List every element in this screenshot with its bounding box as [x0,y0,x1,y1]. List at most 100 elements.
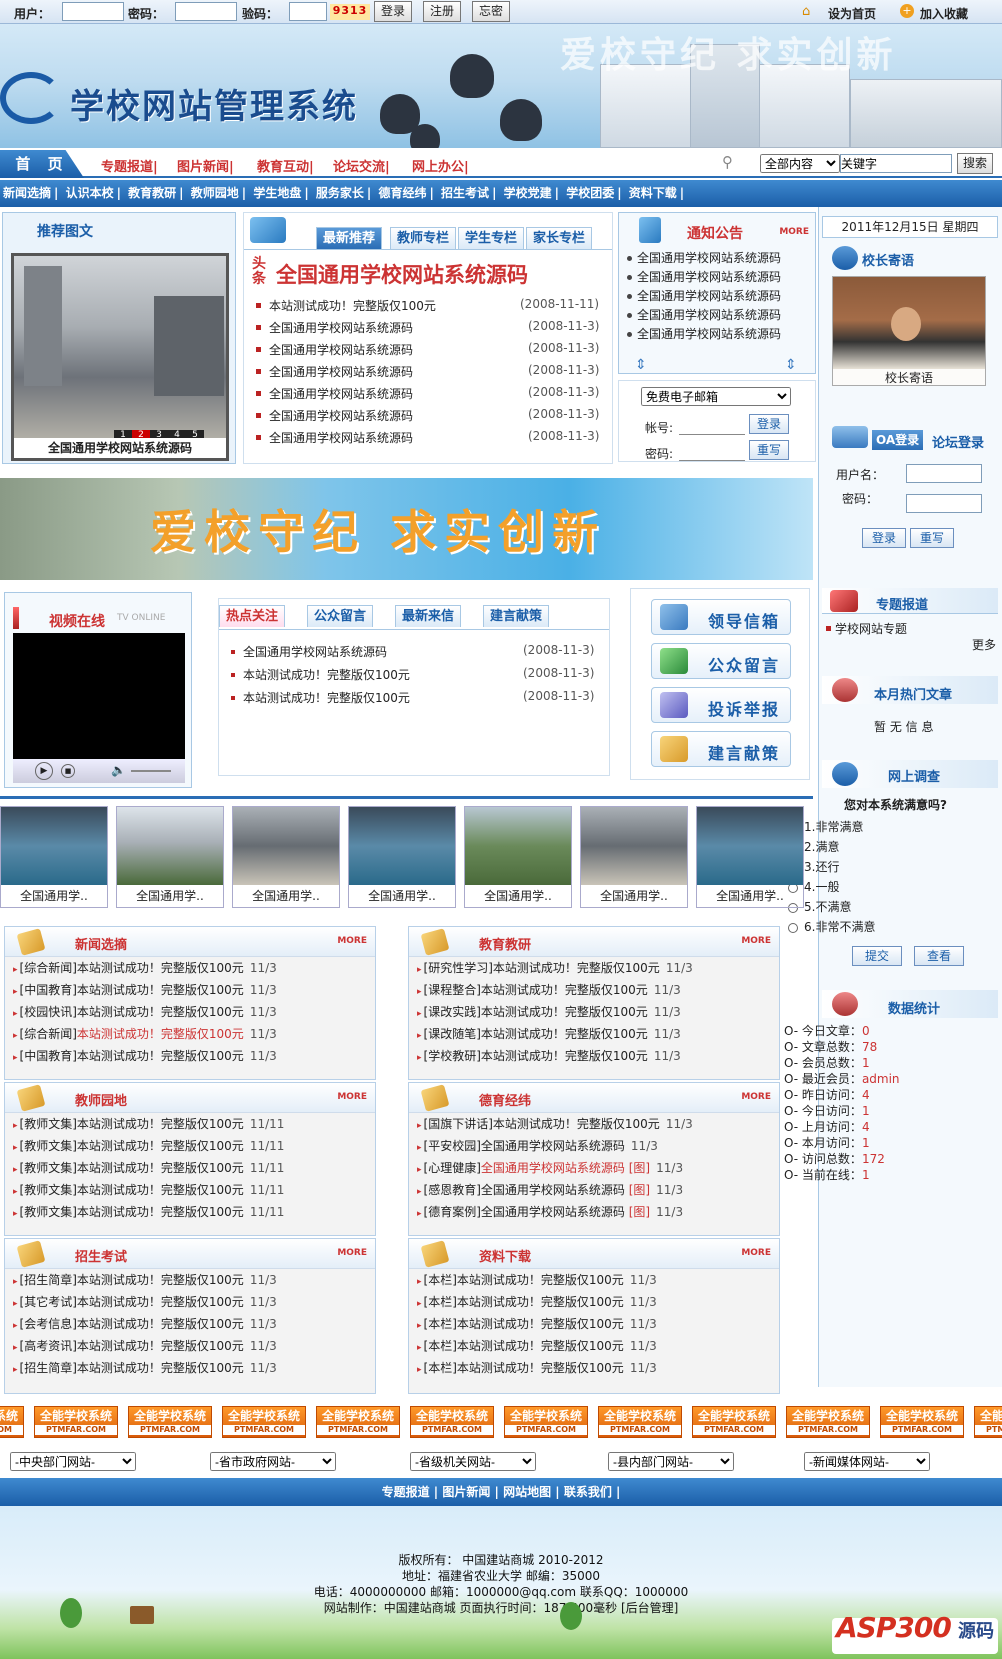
ad-badge[interactable]: 全能学校系统PTMFAR.COM [786,1406,870,1438]
nav-edu-interaction[interactable]: 教育互动| [257,156,314,175]
latest-item[interactable]: 本站测试成功！完整版仅100元 (2008-11-11) [256,297,606,314]
news-item[interactable]: ▸ [感恩教育]全国通用学校网站系统源码 [图] 11/3 [409,1179,779,1201]
nav-home[interactable]: 首 页 [0,150,84,178]
principal-photo[interactable]: 校长寄语 [832,276,986,386]
gallery-item[interactable]: 全国通用学.. [348,806,456,908]
ad-badge[interactable]: 全能学校系统PTMFAR.COM [316,1406,400,1438]
section-more-link[interactable]: MORE [741,936,771,946]
subnav-item[interactable]: 学校团委 [566,186,614,200]
mail-reset-button[interactable]: 重写 [749,440,789,460]
leader-mailbox-button[interactable]: 领导信箱 [651,599,791,635]
tab-public-messages[interactable]: 公众留言 [307,605,374,627]
search-button[interactable]: 搜索 [957,153,994,174]
ad-badge[interactable]: 全能学校系统PTMFAR.COM [222,1406,306,1438]
ad-badge[interactable]: 全能学校系统PTMFAR.COM [128,1406,212,1438]
ad-badge[interactable]: 全能学校系统PTMFAR.COM [974,1406,1002,1438]
tab-hot[interactable]: 热点关注 [219,605,286,627]
subnav-item[interactable]: 学校党建 [504,186,552,200]
ad-badge[interactable]: 全能学校系统PTMFAR.COM [598,1406,682,1438]
notice-item[interactable]: 全国通用学校网站系统源码 [627,287,781,304]
survey-view-button[interactable]: 查看 [914,946,964,966]
subnav-item[interactable]: 招生考试 [441,186,489,200]
search-input[interactable] [840,154,952,173]
county-dept-select[interactable]: -县内部门网站- [608,1452,734,1471]
ad-badge[interactable]: 全能学校系统PTMFAR.COM [410,1406,494,1438]
ad-badge[interactable]: 全能学校系统PTMFAR.COM [880,1406,964,1438]
nav-topics[interactable]: 专题报道| [101,156,158,175]
play-icon[interactable]: ▶ [35,762,53,780]
mail-provider-select[interactable]: 免费电子邮箱 [641,387,791,406]
news-item[interactable]: ▸ [课改随笔]本站测试成功！完整版仅100元 11/3 [409,1023,779,1045]
tab-suggestions[interactable]: 建言献策 [483,605,550,627]
section-more-link[interactable]: MORE [741,1092,771,1102]
public-message-button[interactable]: 公众留言 [651,643,791,679]
news-item[interactable]: ▸ [本栏]本站测试成功！完整版仅100元 11/3 [409,1357,779,1379]
subnav-item[interactable]: 服务家长 [316,186,364,200]
news-item[interactable]: ▸ [招生简章]本站测试成功！完整版仅100元 11/3 [5,1357,375,1379]
oa-reset-button[interactable]: 重写 [910,528,954,548]
featured-caption[interactable]: 全国通用学校网站系统源码 [14,438,226,458]
latest-item[interactable]: 全国通用学校网站系统源码 (2008-11-3) [256,319,606,336]
tab-students[interactable]: 学生专栏 [458,227,525,249]
latest-item[interactable]: 全国通用学校网站系统源码 (2008-11-3) [256,429,606,446]
nav-forum[interactable]: 论坛交流| [333,156,390,175]
hot-item[interactable]: 全国通用学校网站系统源码 (2008-11-3) [231,643,601,660]
gallery-item[interactable]: 全国通用学.. [0,806,108,908]
news-item[interactable]: ▸ [德育案例]全国通用学校网站系统源码 [图] 11/3 [409,1201,779,1223]
tab-forum-login[interactable]: 论坛登录 [932,432,984,451]
tab-oa-login[interactable]: OA登录 [872,430,924,450]
news-item[interactable]: ▸ [国旗下讲话]本站测试成功！完整版仅100元 11/3 [409,1113,779,1135]
news-item[interactable]: ▸ [招生简章]本站测试成功！完整版仅100元 11/3 [5,1269,375,1291]
news-item[interactable]: ▸ [其它考试]本站测试成功！完整版仅100元 11/3 [5,1291,375,1313]
mail-login-button[interactable]: 登录 [749,414,789,434]
volume-icon[interactable]: 🔈 [111,763,126,777]
password-input[interactable] [175,2,237,21]
subnav-item[interactable]: 新闻选摘 [3,186,51,200]
stop-icon[interactable]: ■ [61,764,75,778]
footer-nav[interactable]: 专题报道 | 图片新闻 | 网站地图 | 联系我们 | [0,1478,1002,1506]
latest-item[interactable]: 全国通用学校网站系统源码 (2008-11-3) [256,385,606,402]
tab-teachers[interactable]: 教师专栏 [390,227,457,249]
add-favorite-link[interactable]: 加入收藏 [920,5,968,22]
topic-item[interactable]: 学校网站专题 [826,620,907,637]
provincial-agency-select[interactable]: -省级机关网站- [410,1452,536,1471]
complaint-button[interactable]: 投诉举报 [651,687,791,723]
section-more-link[interactable]: MORE [741,1248,771,1258]
tab-latest-letters[interactable]: 最新来信 [395,605,462,627]
news-item[interactable]: ▸ [教师文集]本站测试成功！完整版仅100元 11/11 [5,1135,375,1157]
forgot-password-button[interactable]: 忘密 [472,1,511,22]
news-item[interactable]: ▸ [课改实践]本站测试成功！完整版仅100元 11/3 [409,1001,779,1023]
news-item[interactable]: ▸ [校园快讯]本站测试成功！完整版仅100元 11/3 [5,1001,375,1023]
news-item[interactable]: ▸ [教师文集]本站测试成功！完整版仅100元 11/11 [5,1113,375,1135]
gallery-item[interactable]: 全国通用学.. [464,806,572,908]
gallery-item[interactable]: 全国通用学.. [580,806,688,908]
notice-more-link[interactable]: MORE [779,227,809,237]
news-media-select[interactable]: -新闻媒体网站- [804,1452,930,1471]
news-item[interactable]: ▸ [教师文集]本站测试成功！完整版仅100元 11/11 [5,1201,375,1223]
search-scope-select[interactable]: 全部内容 [760,154,840,173]
news-item[interactable]: ▸ [本栏]本站测试成功！完整版仅100元 11/3 [409,1291,779,1313]
news-item[interactable]: ▸ [课程整合]本站测试成功！完整版仅100元 11/3 [409,979,779,1001]
news-item[interactable]: ▸ [中国教育]本站测试成功！完整版仅100元 11/3 [5,1045,375,1067]
survey-option[interactable]: 6.非常不满意 [788,918,875,935]
news-item[interactable]: ▸ [平安校园]全国通用学校网站系统源码 11/3 [409,1135,779,1157]
latest-item[interactable]: 全国通用学校网站系统源码 (2008-11-3) [256,363,606,380]
subnav-item[interactable]: 教师园地 [191,186,239,200]
notice-item[interactable]: 全国通用学校网站系统源码 [627,306,781,323]
mail-account-input[interactable] [679,417,745,435]
nav-online-office[interactable]: 网上办公| [412,156,469,175]
news-item[interactable]: ▸ [会考信息]本站测试成功！完整版仅100元 11/3 [5,1313,375,1335]
news-item[interactable]: ▸ [本栏]本站测试成功！完整版仅100元 11/3 [409,1313,779,1335]
oa-login-button[interactable]: 登录 [862,528,906,548]
news-item[interactable]: ▸ [教师文集]本站测试成功！完整版仅100元 11/11 [5,1157,375,1179]
hot-item[interactable]: 本站测试成功！完整版仅100元 (2008-11-3) [231,666,601,683]
ad-badge[interactable]: 全能学校系统PTMFAR.COM [692,1406,776,1438]
topic-more-link[interactable]: 更多 [972,636,996,653]
oa-password-input[interactable] [906,494,982,513]
news-item[interactable]: ▸ [教师文集]本站测试成功！完整版仅100元 11/11 [5,1179,375,1201]
subnav-item[interactable]: 认识本校 [66,186,114,200]
subnav-item[interactable]: 资料下载 [629,186,677,200]
news-item[interactable]: ▸ [研究性学习]本站测试成功！完整版仅100元 11/3 [409,957,779,979]
video-player[interactable] [13,633,185,759]
gallery-item[interactable]: 全国通用学.. [232,806,340,908]
